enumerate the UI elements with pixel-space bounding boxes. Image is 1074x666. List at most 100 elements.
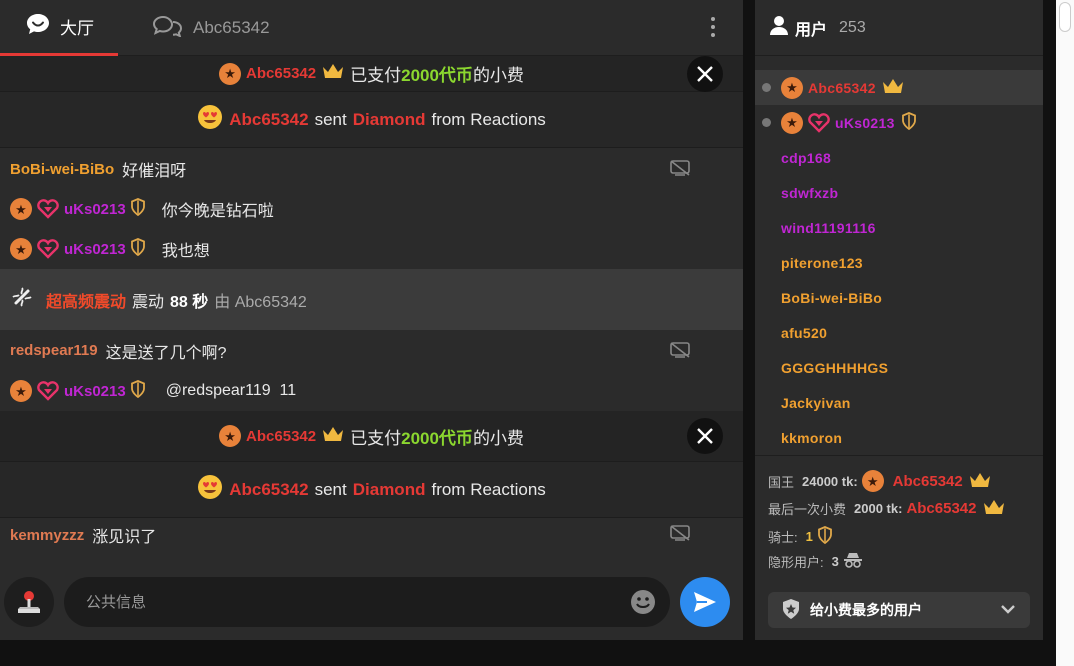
- send-button[interactable]: [680, 577, 730, 627]
- user-name: afu520: [781, 324, 828, 341]
- reaction-verb: sent: [314, 479, 347, 499]
- message-text: 我也想: [161, 243, 210, 260]
- chat-message: ★ uKs0213 你今晚是钻石啦: [0, 189, 743, 229]
- mute-chat-icon[interactable]: [669, 159, 691, 182]
- chat-message: ★ uKs0213 @redspear119 11: [0, 371, 743, 411]
- close-notice-button[interactable]: [687, 418, 723, 454]
- invisible-count: 3: [831, 554, 839, 569]
- user-list-item[interactable]: piterone123: [755, 245, 1043, 280]
- page-scrollbar[interactable]: [1056, 0, 1074, 666]
- heart-eyes-emoji-icon: [197, 104, 223, 135]
- joystick-button[interactable]: [4, 577, 54, 627]
- users-header: 用户 253: [755, 0, 1043, 56]
- vibration-notice: 超高频震动 震动 88 秒 由 Abc65342: [0, 269, 743, 330]
- vibration-word: 震动: [132, 293, 165, 311]
- chat-tabs: 大厅 Abc65342: [0, 0, 743, 56]
- heart-eyes-emoji-icon: [197, 474, 223, 505]
- user-list-item[interactable]: wind11191116: [755, 210, 1043, 245]
- message-text: 涨见识了: [92, 529, 157, 546]
- chat-panel: 大厅 Abc65342 ★ Abc65342 已支付 2000代币 的小费 Ab…: [0, 0, 743, 640]
- scrollbar-thumb[interactable]: [1059, 2, 1071, 32]
- tab-private-chat[interactable]: Abc65342: [152, 0, 270, 56]
- rank-star-icon: ★: [861, 470, 884, 492]
- tab-private-chat-label: Abc65342: [193, 18, 270, 37]
- more-dot-icon: [711, 33, 715, 37]
- public-message-input[interactable]: [64, 577, 670, 627]
- crown-icon: [983, 499, 1005, 518]
- more-options-button[interactable]: [703, 14, 723, 40]
- user-list-item[interactable]: cdp168: [755, 140, 1043, 175]
- king-tokens: 24000 tk:: [802, 473, 858, 489]
- joystick-icon: [18, 591, 40, 613]
- shield-icon: [130, 237, 146, 261]
- user-list-item[interactable]: Jackyivan: [755, 385, 1043, 420]
- tip-notice: ★ Abc65342 已支付 2000代币 的小费: [0, 411, 743, 462]
- heart-badge-icon: [808, 112, 830, 133]
- close-notice-button[interactable]: [687, 56, 723, 92]
- king-row: 国王 24000 tk: ★ Abc65342: [768, 470, 991, 492]
- message-user[interactable]: BoBi-wei-BiBo: [10, 161, 114, 178]
- message-user[interactable]: redspear119: [10, 342, 98, 359]
- users-label: 用户: [795, 21, 828, 39]
- rank-star-icon: ★: [10, 198, 32, 220]
- message-text: 好催泪呀: [122, 163, 187, 180]
- invisible-label: 隐形用户:: [768, 555, 824, 570]
- reaction-source: from Reactions: [431, 479, 546, 499]
- user-name: Jackyivan: [781, 394, 851, 411]
- reaction-user[interactable]: Abc65342: [229, 480, 308, 500]
- knights-count: 1: [805, 529, 813, 544]
- tip-notice: ★ Abc65342 已支付 2000代币 的小费: [0, 56, 743, 92]
- user-list-item[interactable]: sdwfxzb: [755, 175, 1043, 210]
- last-tip-user[interactable]: Abc65342: [906, 500, 976, 517]
- user-list-item[interactable]: ★ Abc65342: [755, 70, 1043, 105]
- message-user[interactable]: uKs0213: [64, 201, 126, 218]
- rank-star-icon: ★: [10, 238, 32, 260]
- tip-amount: 2000代币: [401, 428, 473, 448]
- emoji-button[interactable]: [630, 589, 656, 615]
- message-composer: [0, 565, 743, 640]
- x-icon: [697, 428, 713, 444]
- user-list-item[interactable]: GGGGHHHHGS: [755, 350, 1043, 385]
- reaction-user[interactable]: Abc65342: [229, 110, 308, 130]
- message-list[interactable]: ★ Abc65342 已支付 2000代币 的小费 Abc65342 sent Di…: [0, 56, 743, 565]
- online-dot: [762, 83, 771, 92]
- king-label: 国王: [768, 474, 795, 490]
- reaction-source: from Reactions: [431, 109, 546, 129]
- user-name: sdwfxzb: [781, 184, 839, 201]
- crown-icon: [969, 472, 991, 491]
- message-text: @redspear119 11: [165, 382, 297, 399]
- user-name: wind11191116: [781, 219, 876, 236]
- last-tip-tokens: 2000 tk:: [854, 501, 903, 516]
- message-user[interactable]: uKs0213: [64, 383, 126, 400]
- smiley-icon: [631, 590, 655, 614]
- tip-suffix: 的小费: [472, 66, 524, 85]
- chevron-down-icon: [1000, 602, 1016, 618]
- tip-user[interactable]: Abc65342: [246, 65, 316, 82]
- user-list-item[interactable]: ★ uKs0213: [755, 105, 1043, 140]
- tab-hall-label: 大厅: [60, 19, 94, 38]
- crown-icon: [322, 426, 344, 447]
- tip-amount: 2000代币: [401, 66, 473, 85]
- user-list[interactable]: ★ Abc65342 ★ uKs0213 cdp168 sdwfxzb wind…: [755, 70, 1043, 455]
- reaction-notice: Abc65342 sent Diamond from Reactions: [0, 462, 743, 518]
- tab-hall[interactable]: 大厅: [0, 0, 118, 56]
- message-text: 这是送了几个啊?: [105, 344, 227, 362]
- user-list-item[interactable]: BoBi-wei-BiBo: [755, 280, 1043, 315]
- tip-stats: 国王 24000 tk: ★ Abc65342 最后一次小费 2000 tk: …: [755, 455, 1043, 640]
- top-tippers-dropdown[interactable]: 给小费最多的用户: [768, 592, 1030, 628]
- user-list-item[interactable]: kkmoron: [755, 420, 1043, 455]
- rank-star-icon: ★: [10, 380, 32, 402]
- message-user[interactable]: kemmyzzz: [10, 527, 84, 544]
- mute-chat-icon[interactable]: [669, 341, 691, 364]
- message-user[interactable]: uKs0213: [64, 241, 126, 258]
- crown-icon: [882, 78, 904, 97]
- king-user[interactable]: Abc65342: [893, 473, 963, 490]
- tip-suffix: 的小费: [472, 428, 524, 448]
- user-list-item[interactable]: afu520: [755, 315, 1043, 350]
- mute-chat-icon[interactable]: [669, 524, 691, 547]
- tip-user[interactable]: Abc65342: [246, 428, 316, 445]
- chat-message: BoBi-wei-BiBo 好催泪呀: [0, 149, 743, 189]
- last-tip-label: 最后一次小费: [768, 502, 847, 517]
- private-chat-icon: [152, 15, 183, 42]
- user-name: Abc65342: [808, 79, 876, 96]
